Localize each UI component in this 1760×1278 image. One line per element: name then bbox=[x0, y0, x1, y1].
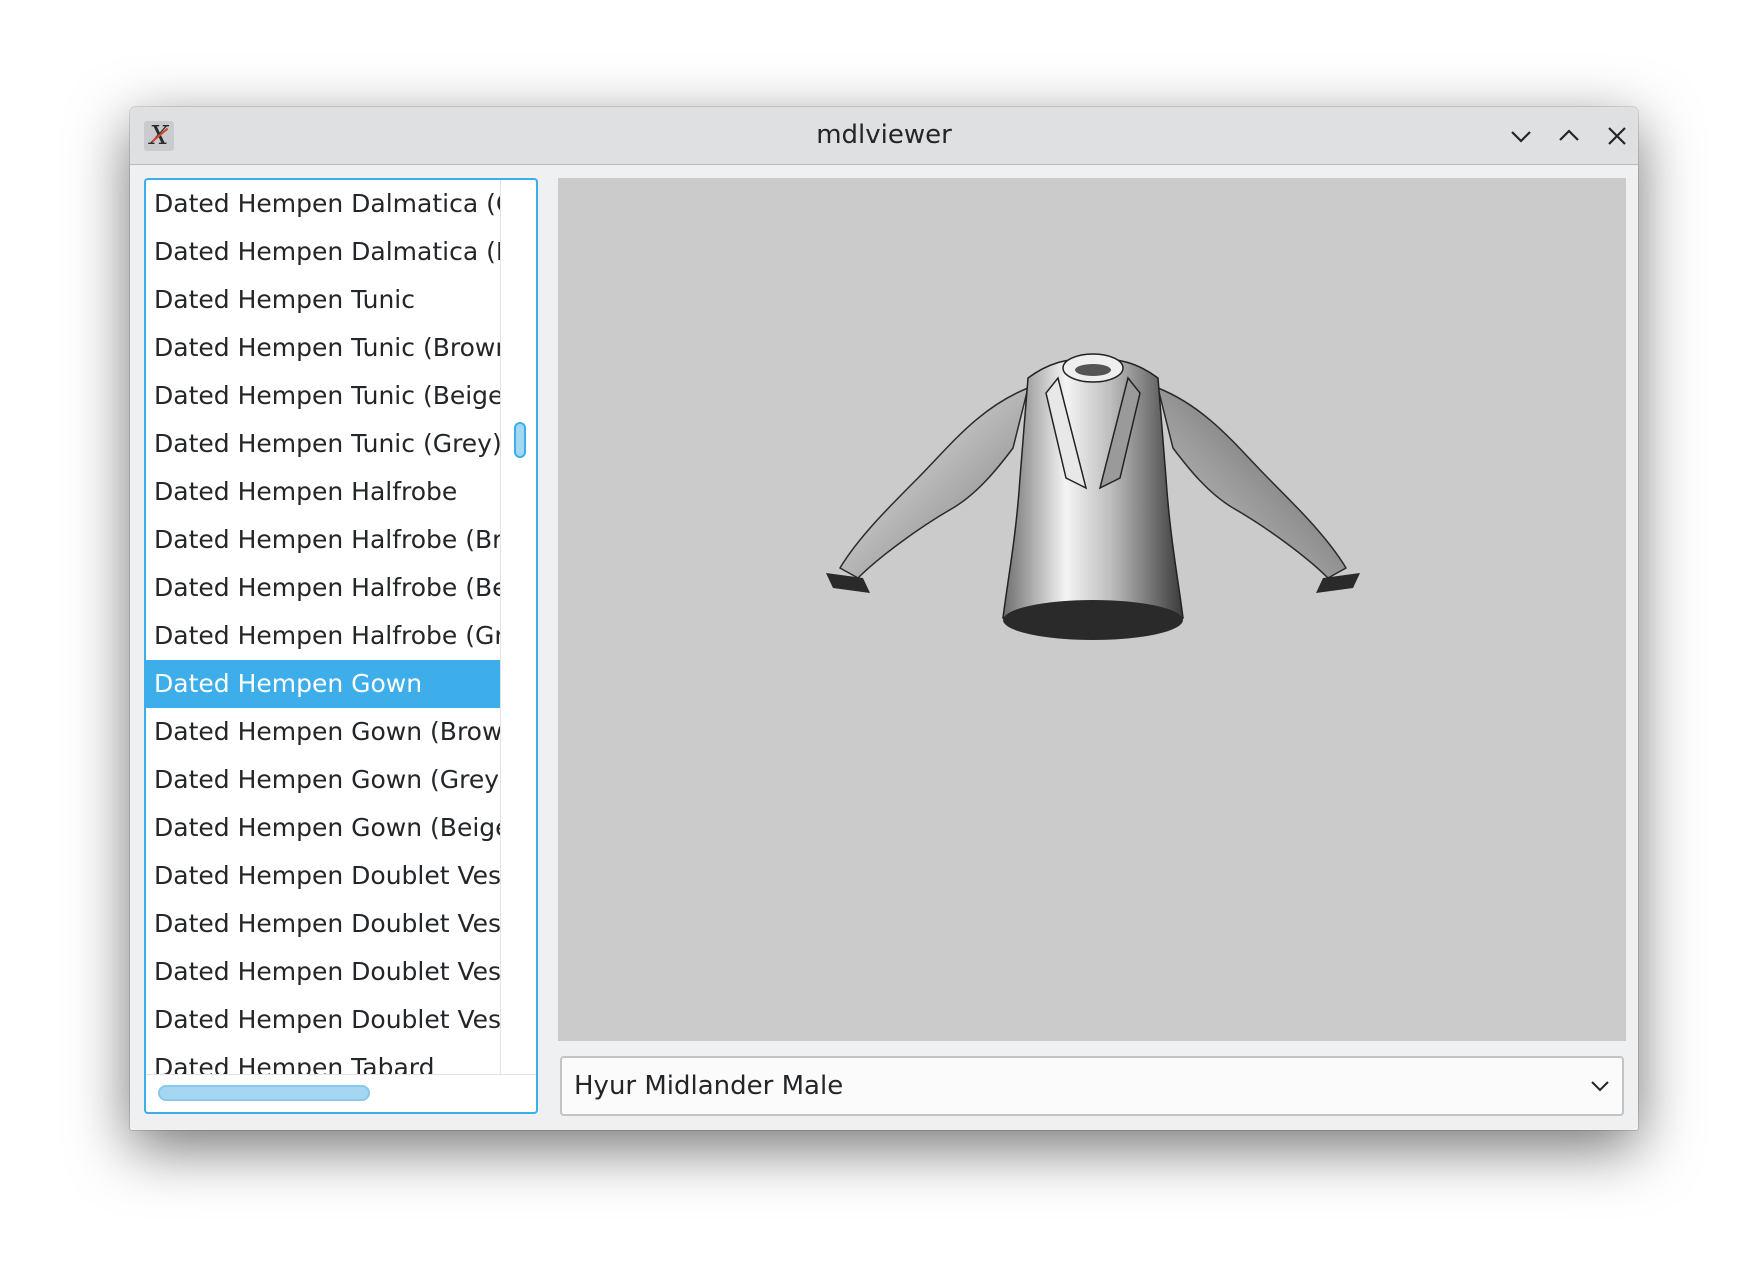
list-item[interactable]: Dated Hempen Halfrobe (Be bbox=[146, 564, 500, 612]
garment-model-render bbox=[826, 353, 1360, 640]
model-viewport[interactable] bbox=[558, 178, 1626, 1041]
item-list[interactable]: Dated Hempen Dalmatica (G Dated Hempen Da… bbox=[144, 178, 538, 1114]
main-window: X mdlviewer Dated Hempen Dalmatica (GDat… bbox=[130, 107, 1638, 1130]
list-item[interactable]: Dated Hempen Tabard bbox=[146, 1044, 500, 1074]
close-icon[interactable] bbox=[1600, 119, 1634, 153]
chevron-down-icon bbox=[1591, 1081, 1609, 1092]
list-item[interactable]: Dated Hempen Dalmatica (B bbox=[146, 228, 500, 276]
race-select[interactable]: Hyur Midlander Male bbox=[560, 1056, 1624, 1116]
race-select-value: Hyur Midlander Male bbox=[574, 1071, 844, 1101]
list-item[interactable]: Dated Hempen Dalmatica (G bbox=[146, 180, 500, 228]
list-item[interactable]: Dated Hempen Doublet Vest bbox=[146, 852, 500, 900]
vertical-scrollbar-track[interactable] bbox=[500, 180, 501, 1074]
horizontal-scrollbar-track[interactable] bbox=[146, 1074, 536, 1075]
list-item[interactable]: Dated Hempen Halfrobe (Br bbox=[146, 516, 500, 564]
window-title: mdlviewer bbox=[816, 120, 952, 150]
list-item[interactable]: Dated Hempen Tunic (Beige) bbox=[146, 372, 500, 420]
minimize-icon[interactable] bbox=[1504, 119, 1538, 153]
vertical-scrollbar-thumb[interactable] bbox=[514, 422, 526, 458]
list-item[interactable]: Dated Hempen Doublet Vest bbox=[146, 948, 500, 996]
list-item[interactable]: Dated Hempen Doublet Vest bbox=[146, 996, 500, 1044]
horizontal-scrollbar-thumb[interactable] bbox=[158, 1085, 370, 1101]
list-item[interactable]: Dated Hempen Doublet Vest bbox=[146, 900, 500, 948]
list-item[interactable]: Dated Hempen Gown (Grey) bbox=[146, 756, 500, 804]
item-list-rows: Dated Hempen Dalmatica (G Dated Hempen Da… bbox=[146, 180, 500, 1074]
maximize-icon[interactable] bbox=[1552, 119, 1586, 153]
list-item[interactable]: Dated Hempen Gown bbox=[146, 660, 500, 708]
list-item[interactable]: Dated Hempen Tunic bbox=[146, 276, 500, 324]
list-item[interactable]: Dated Hempen Tunic (Browr bbox=[146, 324, 500, 372]
list-item[interactable]: Dated Hempen Tunic (Grey) bbox=[146, 420, 500, 468]
list-item[interactable]: Dated Hempen Halfrobe (Gr bbox=[146, 612, 500, 660]
title-bar[interactable]: X mdlviewer bbox=[130, 107, 1638, 165]
list-item[interactable]: Dated Hempen Halfrobe bbox=[146, 468, 500, 516]
list-item[interactable]: Dated Hempen Gown (Browi bbox=[146, 708, 500, 756]
list-item[interactable]: Dated Hempen Gown (Beige bbox=[146, 804, 500, 852]
